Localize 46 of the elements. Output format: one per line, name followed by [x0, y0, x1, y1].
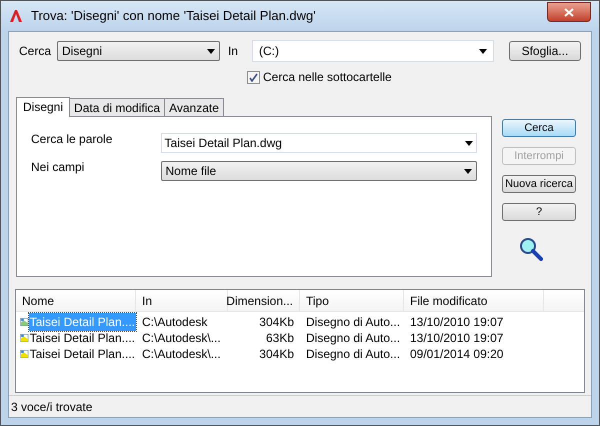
column-header[interactable]: Nome — [16, 290, 136, 311]
action-button[interactable]: Cerca — [502, 119, 576, 137]
search-type-dropdown[interactable]: Disegni — [57, 41, 220, 61]
table-cell-text: 13/10/2010 19:07 — [409, 330, 504, 347]
words-label: Cerca le parole — [31, 131, 114, 148]
column-header[interactable]: Dimension... — [228, 290, 300, 311]
window-title: Trova: 'Disegni' con nome 'Taisei Detail Plan.dwg' — [31, 7, 317, 26]
location-label: In — [228, 43, 238, 60]
action-button[interactable]: ? — [502, 203, 576, 221]
words-combo[interactable]: Taisei Detail Plan.dwg — [160, 133, 477, 153]
location-combo[interactable]: (C:) — [252, 40, 494, 62]
app-logo-icon — [9, 9, 23, 23]
status-text: 3 voce/i trovate — [11, 398, 92, 416]
table-cell-text: 304Kb — [258, 314, 295, 331]
tab[interactable]: Avanzate — [164, 98, 224, 116]
dropdown-arrow-icon — [465, 140, 473, 146]
table-cell-text: 13/10/2010 19:07 — [409, 314, 504, 331]
dropdown-arrow-icon — [464, 168, 472, 174]
column-header[interactable]: In — [136, 290, 228, 311]
dropdown-arrow-icon — [478, 48, 487, 54]
table-cell-text: C:\Autodesk\... — [141, 346, 222, 363]
action-button[interactable]: Nuova ricerca — [502, 175, 576, 193]
fields-dropdown[interactable]: Nome file — [160, 161, 477, 181]
table-cell-text: 304Kb — [258, 346, 295, 363]
browse-button[interactable]: Sfoglia... — [508, 41, 581, 61]
close-button[interactable] — [547, 2, 591, 22]
dropdown-arrow-icon — [206, 48, 215, 54]
table-cell-text: C:\Autodesk\... — [141, 330, 222, 347]
tab[interactable]: Data di modifica — [69, 98, 166, 116]
tab[interactable]: Disegni — [16, 97, 70, 117]
close-icon — [564, 8, 574, 16]
magnifier-icon — [519, 237, 543, 261]
fields-label: Nei campi — [31, 159, 86, 176]
column-header[interactable]: Tipo — [300, 290, 404, 311]
file-name-cell[interactable]: Taisei Detail Plan.... — [28, 329, 136, 347]
checkmark-icon — [249, 72, 258, 82]
table-cell-text: Disegno di Auto... — [305, 314, 402, 331]
table-cell-text: C:\Autodesk — [141, 314, 208, 331]
subfolders-checkbox[interactable]: Cerca nelle sottocartelle — [247, 68, 392, 86]
file-name-cell[interactable]: Taisei Detail Plan.... — [28, 345, 136, 363]
table-cell-text: 09/01/2014 09:20 — [409, 346, 504, 363]
search-type-label: Cerca — [19, 43, 52, 60]
table-cell-text: Disegno di Auto... — [305, 330, 402, 347]
table-cell-text: Disegno di Auto... — [305, 346, 402, 363]
table-cell-text: 63Kb — [264, 330, 295, 347]
column-header[interactable]: File modificato — [404, 290, 544, 311]
